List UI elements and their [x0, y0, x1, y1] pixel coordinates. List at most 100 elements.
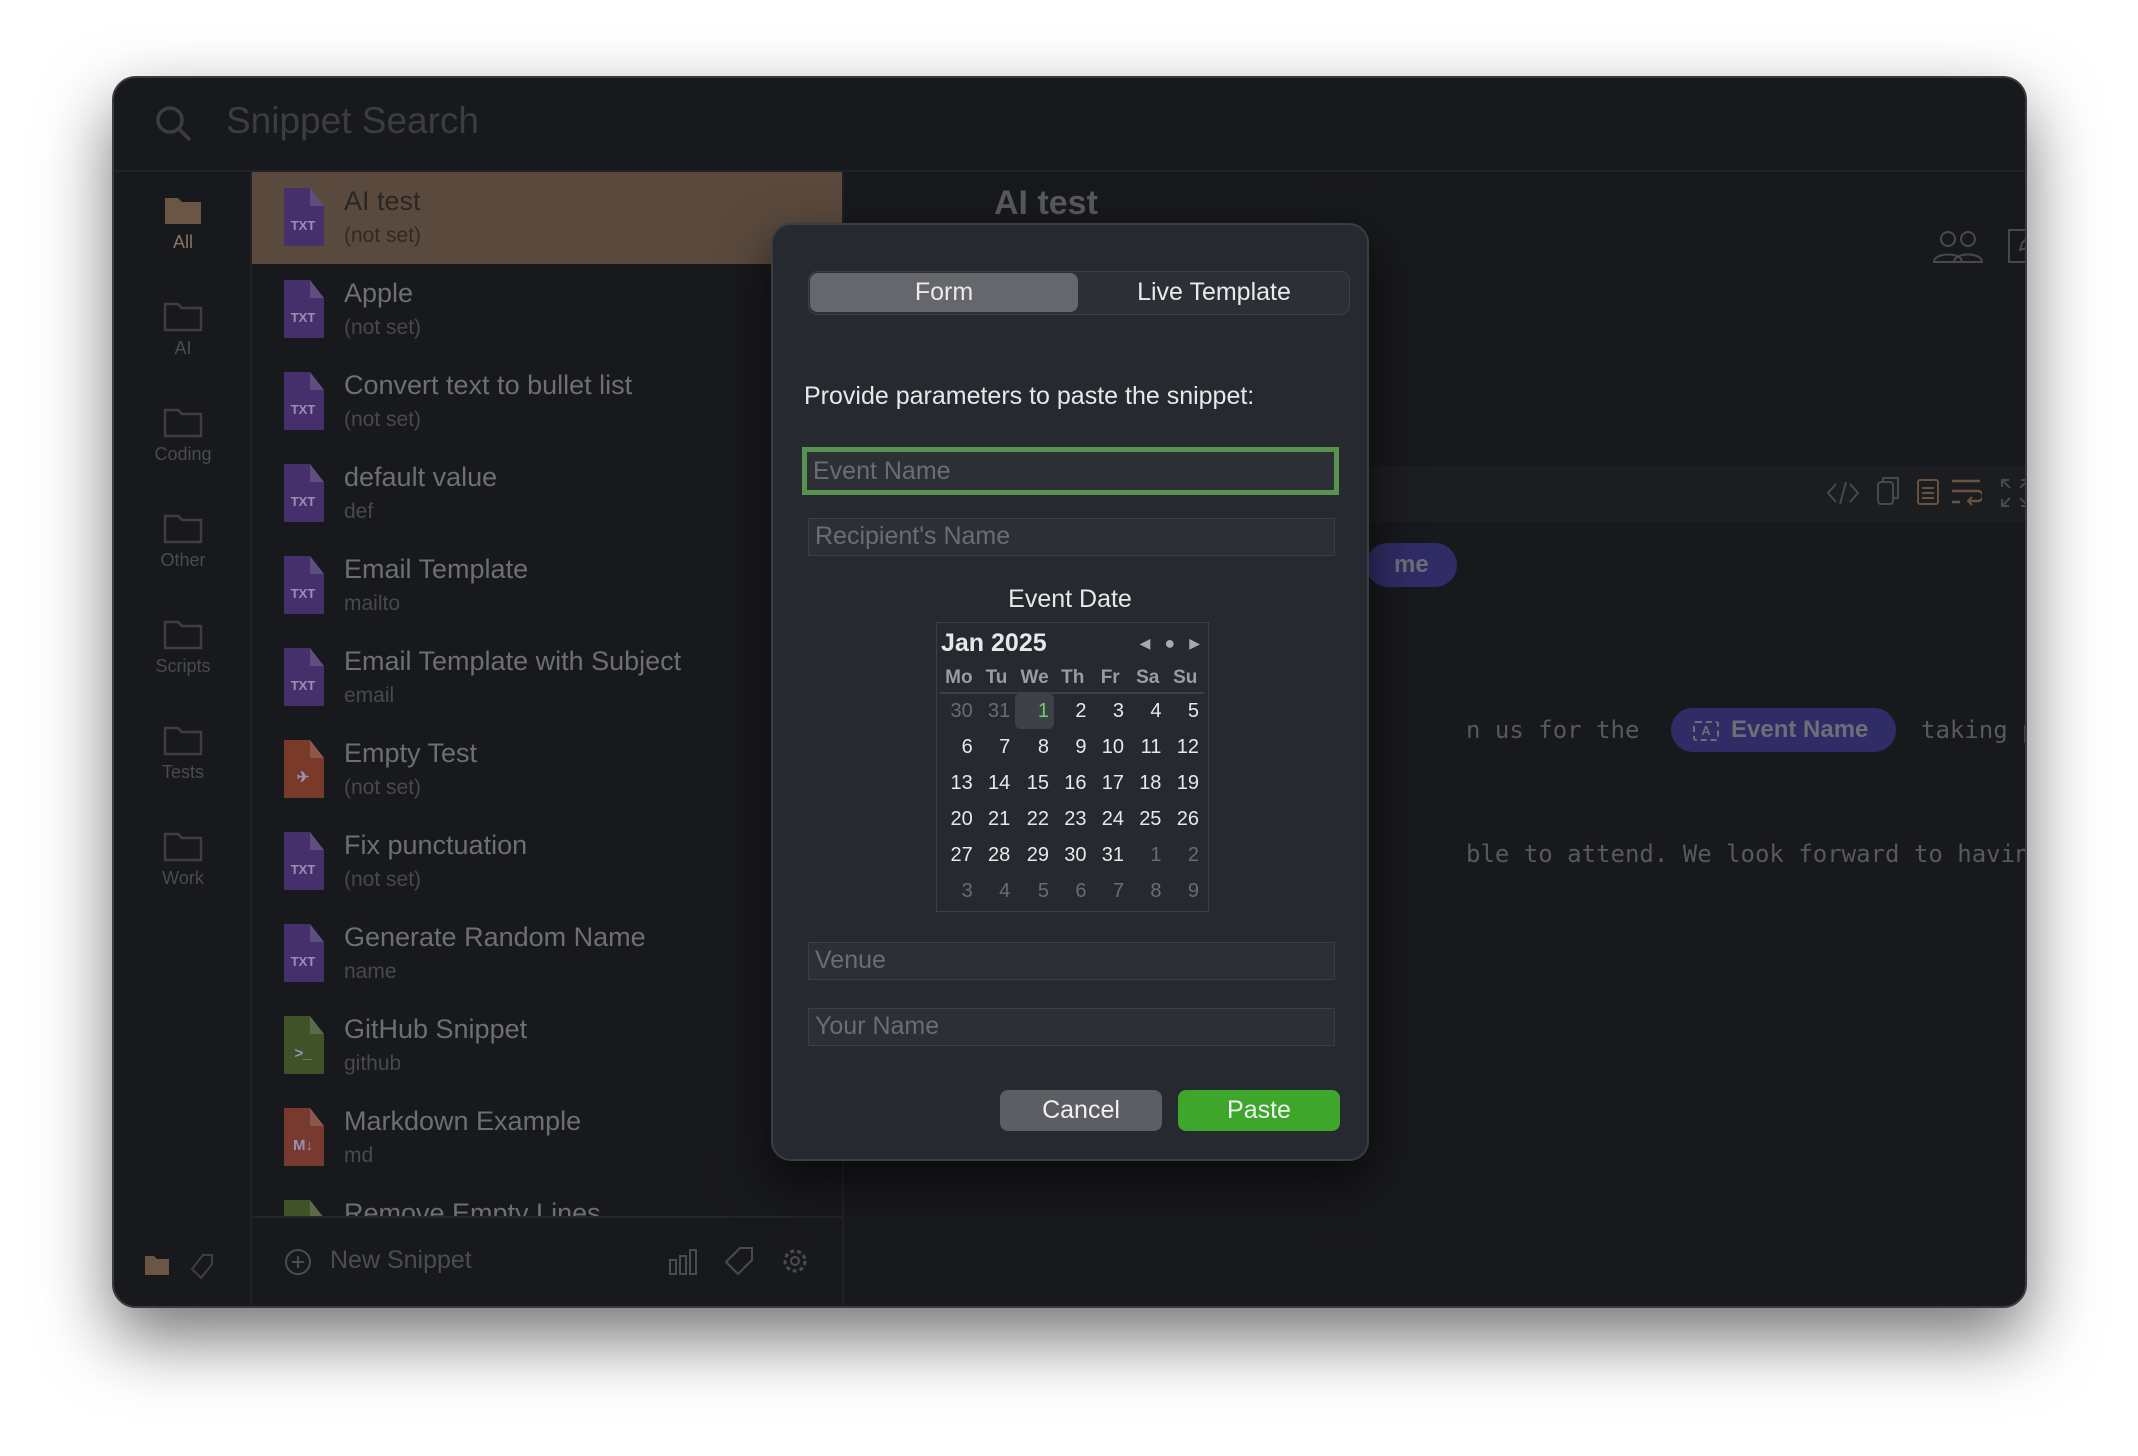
calendar-day[interactable]: 28	[978, 837, 1015, 873]
svg-text:TXT: TXT	[291, 494, 316, 509]
calendar-day[interactable]: 16	[1054, 765, 1091, 801]
calendar-day[interactable]: 15	[1015, 765, 1054, 801]
snippet-list-item[interactable]: TXT Convert text to bullet list (not set)	[252, 356, 842, 448]
snippet-subtitle: def	[344, 500, 374, 523]
calendar-day[interactable]: 20	[940, 801, 978, 837]
tab-live-template[interactable]: Live Template	[1079, 273, 1349, 312]
tag-icon[interactable]	[724, 1246, 754, 1281]
calendar-day[interactable]: 8	[1129, 873, 1166, 909]
calendar-day[interactable]: 25	[1129, 801, 1166, 837]
snippet-list-item[interactable]: TXT Apple (not set)	[252, 264, 842, 356]
code-icon[interactable]	[1826, 480, 1860, 511]
calendar-day[interactable]: 3	[940, 873, 978, 909]
snippet-title: Email Template	[344, 554, 529, 584]
calendar-day[interactable]: 31	[978, 693, 1015, 729]
file-type-txt-icon: TXT	[284, 372, 324, 435]
edit-icon[interactable]	[2006, 224, 2025, 269]
file-type-swift-icon: ✈	[284, 740, 324, 803]
weekday-header: Th	[1053, 663, 1092, 694]
sidebar-item-other[interactable]: Other	[114, 512, 252, 571]
next-month-icon[interactable]: ▶	[1189, 635, 1200, 652]
snippet-list-item[interactable]: TXT Email Template with Subject email	[252, 632, 842, 724]
file-type-txt-icon: TXT	[284, 648, 324, 711]
sidebar-item-tests[interactable]: Tests	[114, 724, 252, 783]
tag-icon[interactable]	[190, 1254, 214, 1280]
cancel-button[interactable]: Cancel	[1000, 1090, 1162, 1131]
calendar-day[interactable]: 12	[1166, 729, 1204, 765]
tab-form[interactable]: Form	[810, 273, 1078, 312]
calendar-day[interactable]: 14	[978, 765, 1015, 801]
calendar-day[interactable]: 30	[940, 693, 978, 729]
calendar-day[interactable]: 2	[1166, 837, 1204, 873]
calendar-day[interactable]: 3	[1091, 693, 1128, 729]
share-users-icon[interactable]	[1932, 230, 1984, 269]
calendar-day[interactable]: 4	[1129, 693, 1166, 729]
wrap-icon[interactable]	[1950, 478, 1985, 511]
calendar-day[interactable]: 27	[940, 837, 978, 873]
calendar-day[interactable]: 19	[1166, 765, 1204, 801]
calendar-day[interactable]: 21	[978, 801, 1015, 837]
calendar-day[interactable]: 23	[1054, 801, 1091, 837]
sidebar-item-ai[interactable]: AI	[114, 300, 252, 359]
calendar-day[interactable]: 24	[1091, 801, 1128, 837]
event-name-pill[interactable]: A Event Name	[1671, 708, 1897, 752]
gear-icon[interactable]	[780, 1246, 810, 1281]
calendar-day[interactable]: 9	[1054, 729, 1091, 765]
snippet-list-item[interactable]: M↓ Markdown Example md	[252, 1092, 842, 1184]
calendar-day[interactable]: 4	[978, 873, 1015, 909]
snippet-list-item[interactable]: TXT default value def	[252, 448, 842, 540]
calendar-day[interactable]: 11	[1129, 729, 1166, 765]
file-type-txt-icon: TXT	[284, 924, 324, 987]
calendar-day[interactable]: 1	[1015, 693, 1054, 729]
search-bar[interactable]: Snippet Search	[114, 78, 2025, 172]
sidebar-item-work[interactable]: Work	[114, 830, 252, 889]
weekday-header: Sa	[1128, 663, 1167, 694]
calendar-day[interactable]: 30	[1054, 837, 1091, 873]
calendar-day[interactable]: 9	[1166, 873, 1204, 909]
calendar-day[interactable]: 17	[1091, 765, 1128, 801]
snippet-list-item[interactable]: TXT Fix punctuation (not set)	[252, 816, 842, 908]
calendar-day[interactable]: 22	[1015, 801, 1054, 837]
calendar-day[interactable]: 6	[1054, 873, 1091, 909]
sidebar-item-label: Tests	[161, 762, 204, 782]
folder-icon[interactable]	[144, 1254, 170, 1276]
plus-circle-icon[interactable]	[284, 1248, 312, 1281]
calendar-day[interactable]: 2	[1054, 693, 1091, 729]
calendar-day[interactable]: 5	[1015, 873, 1054, 909]
calendar-day[interactable]: 18	[1129, 765, 1166, 801]
snippet-list-item[interactable]: TXT Email Template mailto	[252, 540, 842, 632]
copy-icon[interactable]	[1876, 476, 1900, 511]
calendar-day[interactable]: 29	[1015, 837, 1054, 873]
calendar-day[interactable]: 8	[1015, 729, 1054, 765]
sidebar-item-scripts[interactable]: Scripts	[114, 618, 252, 677]
search-input[interactable]: Snippet Search	[226, 100, 479, 142]
calendar-day[interactable]: 26	[1166, 801, 1204, 837]
your-name-field[interactable]: Your Name	[808, 1008, 1335, 1046]
calendar-day[interactable]: 7	[978, 729, 1015, 765]
snippet-list-item[interactable]: ✈ Empty Test (not set)	[252, 724, 842, 816]
calendar-day[interactable]: 1	[1129, 837, 1166, 873]
weekday-header: Su	[1166, 663, 1204, 694]
event-name-field[interactable]: Event Name	[802, 447, 1339, 495]
calendar-day[interactable]: 31	[1091, 837, 1128, 873]
calendar-day[interactable]: 6	[940, 729, 978, 765]
calendar-day[interactable]: 10	[1091, 729, 1128, 765]
recipient-name-field[interactable]: Recipient's Name	[808, 518, 1335, 556]
snippet-list-item[interactable]: TXT AI test (not set)	[252, 172, 842, 264]
calendar-day[interactable]: 13	[940, 765, 978, 801]
snippet-list-item[interactable]: >_ GitHub Snippet github	[252, 1000, 842, 1092]
sidebar-item-all[interactable]: All	[114, 194, 252, 253]
snippet-list-item[interactable]: TXT Generate Random Name name	[252, 908, 842, 1000]
new-snippet-button[interactable]: New Snippet	[330, 1246, 472, 1275]
placeholder-pill-partial[interactable]: me	[1366, 543, 1457, 587]
fullscreen-icon[interactable]	[2000, 478, 2025, 513]
venue-field[interactable]: Venue	[808, 942, 1335, 980]
prev-month-icon[interactable]: ◀	[1140, 635, 1151, 652]
sidebar-item-coding[interactable]: Coding	[114, 406, 252, 465]
stats-icon[interactable]	[668, 1248, 700, 1281]
calendar-day[interactable]: 7	[1091, 873, 1128, 909]
paste-button[interactable]: Paste	[1178, 1090, 1340, 1131]
paste-list-icon[interactable]	[1912, 474, 1940, 511]
today-dot-icon[interactable]: ●	[1164, 633, 1175, 654]
calendar-day[interactable]: 5	[1166, 693, 1204, 729]
